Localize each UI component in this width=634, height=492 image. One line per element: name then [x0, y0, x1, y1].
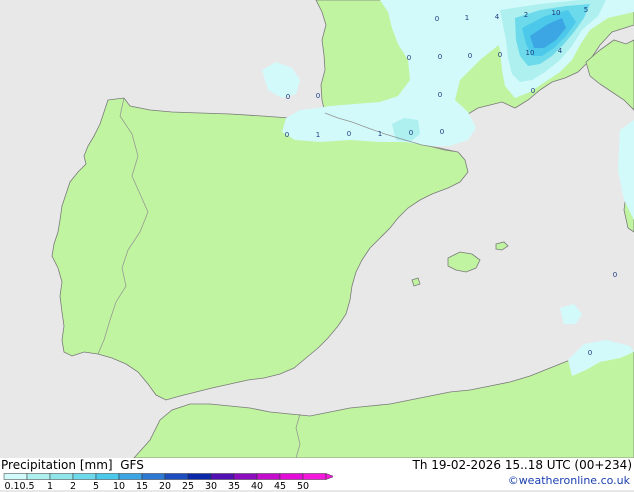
- legend-tick-label: 50: [296, 481, 310, 492]
- precip-label: 1: [378, 130, 382, 138]
- precip-label: 0: [498, 51, 502, 59]
- product-name: Precipitation [mm]: [1, 458, 113, 472]
- legend-tick-label: 20: [158, 481, 172, 492]
- legend-tick-label: 0.1: [4, 481, 20, 492]
- legend-swatch: [164, 473, 189, 480]
- legend-tick-label: 45: [273, 481, 287, 492]
- legend-tick-label: 40: [250, 481, 264, 492]
- land-ibiza: [411, 277, 421, 287]
- precip-label: 4: [558, 47, 563, 55]
- legend-swatch: [95, 473, 120, 480]
- precip-label: 10: [552, 9, 561, 17]
- precip-label: 0: [438, 91, 442, 99]
- precip-label: 1: [316, 131, 320, 139]
- credit-link[interactable]: ©weatheronline.co.uk: [508, 474, 630, 487]
- legend-swatch: [26, 473, 51, 480]
- precip-label: 0: [409, 129, 413, 137]
- legend-swatch: [210, 473, 235, 480]
- precip-label: 10: [526, 49, 535, 57]
- legend-tick-label: 10: [112, 481, 126, 492]
- legend-swatch: [3, 473, 28, 480]
- legend-tick-label: 2: [69, 481, 77, 492]
- precip-label: 2: [524, 11, 528, 19]
- valid-time: Th 19-02-2026 15..18 UTC (00+234): [412, 458, 632, 472]
- legend-tick-label: 30: [204, 481, 218, 492]
- map-canvas: 0 1 4 2 10 5 0 0 0 0 10 4 0 0 0 0 0 1 0 …: [0, 0, 634, 458]
- precip-label: 0: [316, 92, 320, 100]
- precip-label: 0: [440, 128, 444, 136]
- legend-swatch: [256, 473, 281, 480]
- legend-tick-label: 35: [227, 481, 241, 492]
- precip-label: 1: [465, 14, 469, 22]
- precipitation-map: 0 1 4 2 10 5 0 0 0 0 10 4 0 0 0 0 0 1 0 …: [0, 0, 634, 458]
- legend-tick-label: 1: [46, 481, 54, 492]
- precip-label: 5: [584, 6, 588, 14]
- legend-swatch: [118, 473, 143, 480]
- precip-label: 0: [468, 52, 472, 60]
- precip-label: 4: [495, 13, 500, 21]
- legend-tick-label: 5: [92, 481, 100, 492]
- legend-swatch: [141, 473, 166, 480]
- legend-swatch: [302, 473, 327, 480]
- legend-swatch: [279, 473, 304, 480]
- legend-colorbar: [3, 473, 333, 480]
- product-title: Precipitation [mm] GFS: [1, 458, 144, 472]
- legend-swatch: [187, 473, 212, 480]
- model-name: GFS: [120, 458, 144, 472]
- precip-label: 0: [286, 93, 290, 101]
- precip-label: 0: [347, 130, 351, 138]
- legend-swatch: [72, 473, 97, 480]
- legend-tick-label: 0.5: [19, 481, 35, 492]
- precip-label: 0: [285, 131, 289, 139]
- precip-label: 0: [613, 271, 617, 279]
- precip-label: 0: [407, 54, 411, 62]
- precip-label: 0: [435, 15, 439, 23]
- map-footer: Precipitation [mm] GFS Th 19-02-2026 15.…: [0, 458, 634, 492]
- legend-tick-label: 25: [181, 481, 195, 492]
- legend-tick-label: 15: [135, 481, 149, 492]
- legend-arrow: [325, 473, 333, 480]
- precip-label: 0: [438, 53, 442, 61]
- precip-label: 0: [588, 349, 592, 357]
- precip-label: 0: [531, 87, 535, 95]
- legend-swatch: [49, 473, 74, 480]
- legend-swatch: [233, 473, 258, 480]
